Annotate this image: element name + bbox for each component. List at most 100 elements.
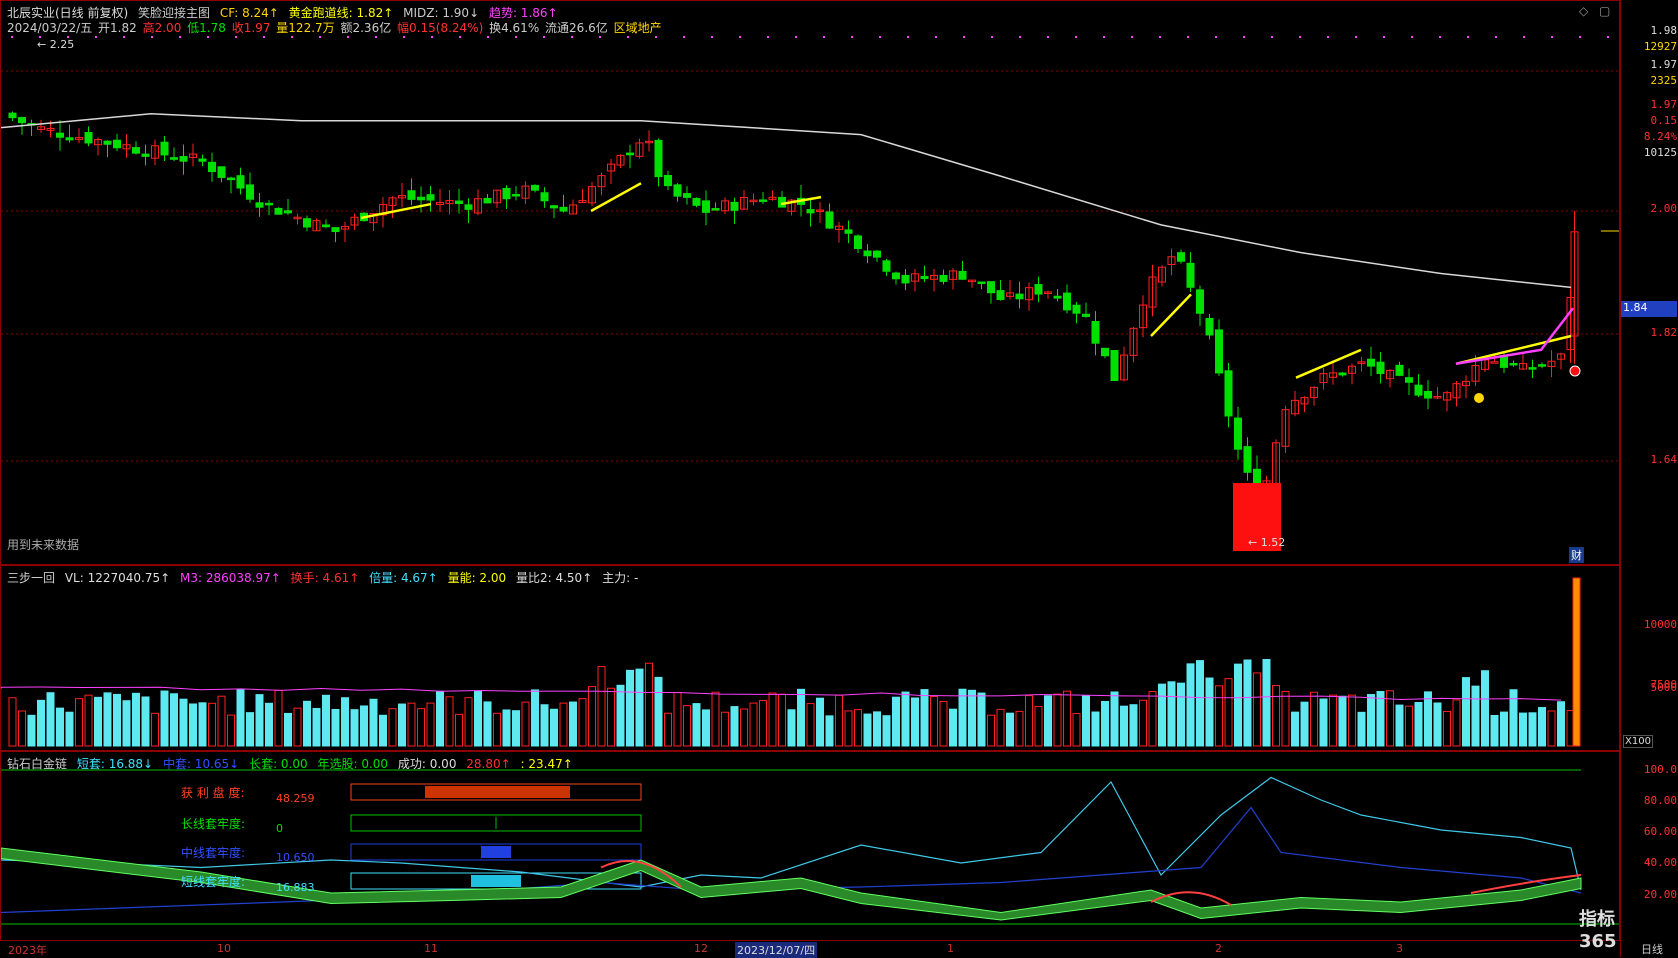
candle-body bbox=[531, 184, 539, 191]
ind-tick-2: 60.00 bbox=[1643, 825, 1677, 838]
volume-bar bbox=[939, 701, 948, 747]
m3-value: M3: 286038.97↑ bbox=[180, 571, 281, 585]
amount-value: 额2.36亿 bbox=[340, 21, 392, 35]
sector-link[interactable]: 区域地产 bbox=[614, 21, 662, 35]
expand-icon[interactable]: ◇ bbox=[1579, 4, 1588, 18]
volume-bar bbox=[350, 709, 359, 747]
signal-dot bbox=[599, 36, 601, 38]
volume-bar bbox=[977, 692, 986, 747]
volume-bar bbox=[483, 701, 492, 747]
volume-bar bbox=[474, 690, 482, 747]
volume-bar bbox=[683, 705, 691, 747]
volume-bar bbox=[1519, 712, 1527, 747]
volume-bar bbox=[208, 702, 216, 747]
volume-bar bbox=[626, 669, 634, 747]
candle-body bbox=[977, 281, 986, 285]
candle-body bbox=[1234, 417, 1242, 450]
golden-track-segment bbox=[590, 182, 642, 213]
collapse-icon[interactable]: ▢ bbox=[1599, 4, 1610, 18]
signal-dot bbox=[571, 36, 573, 38]
volume-bar bbox=[1310, 691, 1318, 747]
info-chg: 0.15 bbox=[1650, 114, 1678, 127]
volume-bar bbox=[1538, 707, 1546, 747]
signal-dot bbox=[179, 36, 181, 38]
volume-bar bbox=[1357, 711, 1366, 747]
period-label[interactable]: 日线 bbox=[1641, 941, 1663, 957]
low-value: 低1.78 bbox=[187, 21, 226, 35]
candle-body bbox=[1509, 362, 1518, 366]
volume-bar bbox=[1148, 691, 1157, 747]
volume-bar bbox=[1300, 701, 1309, 747]
candle-body bbox=[1376, 361, 1385, 375]
volume-bar bbox=[379, 714, 387, 747]
candle-body bbox=[103, 140, 112, 145]
signal-dot bbox=[95, 36, 97, 38]
short-trap-value: 短套: 16.88↓ bbox=[76, 757, 154, 771]
volume-bar bbox=[892, 696, 900, 747]
volume-bar bbox=[369, 698, 378, 747]
volume-bar bbox=[816, 697, 824, 747]
volume-bar bbox=[388, 708, 397, 747]
price-chart-pane[interactable]: 北辰实业(日线 前复权) 笑脸迎接主图 CF: 8.24↑ 黄金跑道线: 1.8… bbox=[0, 0, 1620, 565]
candle-body bbox=[132, 147, 140, 154]
volume-chart[interactable] bbox=[1, 566, 1619, 750]
volume-bar bbox=[103, 692, 112, 747]
volume-bar bbox=[1006, 712, 1014, 747]
volume-bar bbox=[417, 708, 425, 747]
vol-indicator-name[interactable]: 三步一回 bbox=[7, 571, 55, 585]
ind-indicator-name[interactable]: 钻石白金链 bbox=[7, 757, 67, 771]
volume-bar bbox=[94, 696, 102, 747]
profit-value: 48.259 bbox=[276, 792, 315, 805]
long-value: 0 bbox=[276, 822, 283, 835]
indicator-pane[interactable]: 钻石白金链 短套: 16.88↓ 中套: 10.65↓ 长套: 0.00 年选股… bbox=[0, 751, 1620, 952]
signal-dot bbox=[1579, 36, 1581, 38]
volume-pane[interactable]: 三步一回 VL: 1227040.75↑ M3: 286038.97↑ 换手: … bbox=[0, 565, 1620, 751]
high-marker: ← 2.25 bbox=[37, 38, 75, 51]
candle-body bbox=[512, 193, 520, 197]
cf-value: CF: 8.24↑ bbox=[219, 6, 279, 20]
cai-badge[interactable]: 财 bbox=[1569, 547, 1584, 563]
volume-bar bbox=[398, 703, 406, 747]
stock-title: 北辰实业(日线 前复权) bbox=[7, 6, 129, 20]
turnover-rate: 换手: 4.61↑ bbox=[290, 571, 360, 585]
turnover-value: 换4.61% bbox=[489, 21, 540, 35]
signal-dot bbox=[291, 36, 293, 38]
candle-body bbox=[1538, 364, 1546, 367]
volume-bar bbox=[616, 684, 625, 747]
volume-bar bbox=[1224, 678, 1233, 747]
date-dec: 12 bbox=[694, 942, 708, 955]
future-data-note: 用到未来数据 bbox=[7, 538, 80, 552]
success-value: 成功: 0.00 bbox=[397, 757, 457, 771]
volume-bar bbox=[360, 705, 368, 747]
candlestick-chart[interactable] bbox=[1, 1, 1619, 564]
candle-body bbox=[455, 200, 463, 204]
candle-body bbox=[284, 210, 292, 214]
volume-bar bbox=[141, 696, 150, 747]
volume-bar bbox=[170, 693, 178, 747]
indicator-name[interactable]: 笑脸迎接主图 bbox=[138, 6, 210, 20]
volume-energy: 量能: 2.00 bbox=[447, 571, 507, 585]
right-axis: 1.98 12927 1.97 2325 1.97 0.15 8.24% 101… bbox=[1620, 0, 1678, 957]
signal-dot bbox=[1327, 36, 1329, 38]
volume-bar bbox=[987, 714, 995, 747]
volume-bar bbox=[426, 702, 435, 747]
volume-bar bbox=[1443, 710, 1451, 747]
volume-bar bbox=[1367, 694, 1375, 747]
volume-bar bbox=[1158, 683, 1166, 747]
candle-body bbox=[407, 190, 416, 200]
candle-body bbox=[1110, 350, 1119, 382]
candle-body bbox=[559, 206, 568, 212]
signal-dot bbox=[1047, 36, 1049, 38]
candle-body bbox=[141, 153, 150, 157]
info-vol1: 12927 bbox=[1643, 40, 1677, 53]
candle-body bbox=[1367, 358, 1375, 367]
candle-body bbox=[863, 250, 872, 257]
signal-dot bbox=[11, 36, 13, 38]
signal-dot bbox=[1215, 36, 1217, 38]
candle-body bbox=[246, 184, 254, 200]
signal-dot bbox=[1159, 36, 1161, 38]
short-value: 16.883 bbox=[276, 881, 315, 894]
signal-dot bbox=[627, 36, 629, 38]
volume-bar bbox=[1329, 694, 1337, 747]
volume-bar bbox=[1528, 712, 1537, 747]
